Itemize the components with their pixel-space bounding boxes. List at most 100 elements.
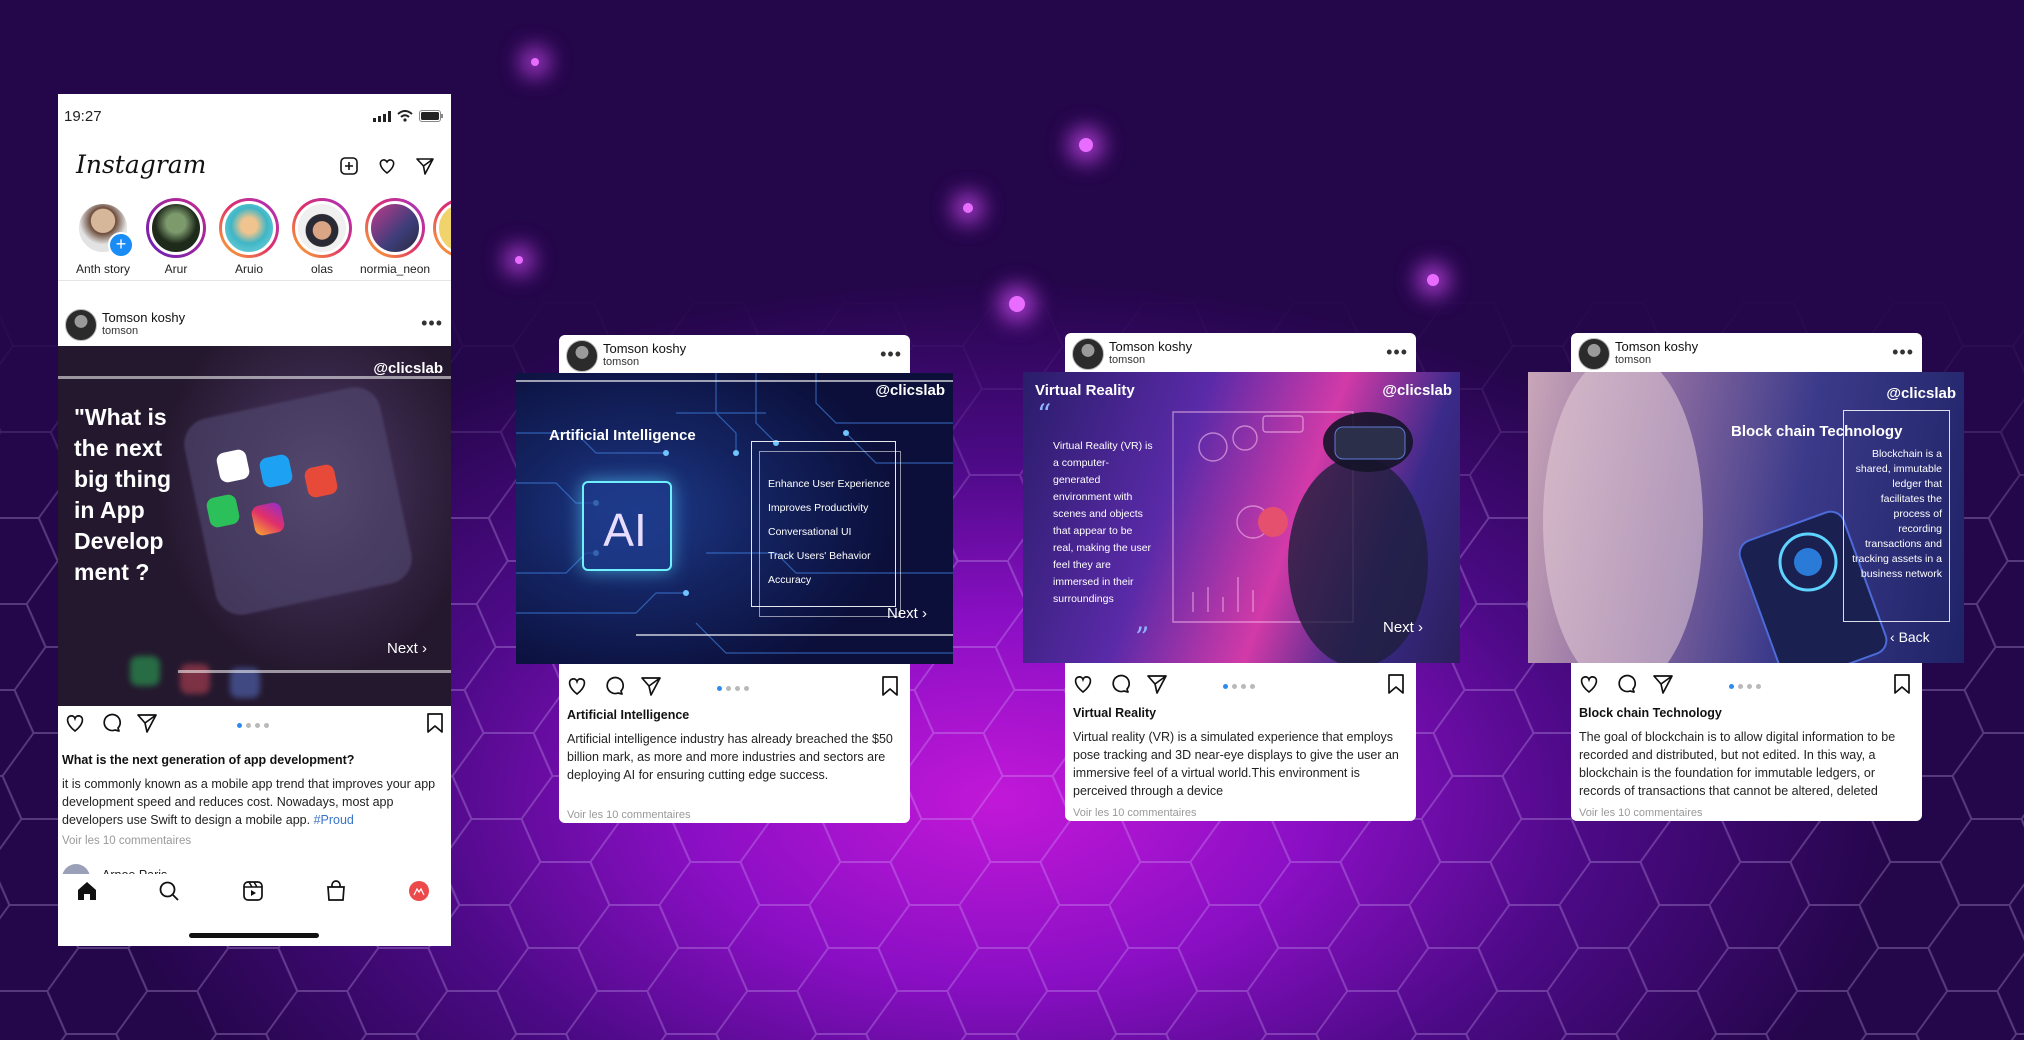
system-icons	[373, 110, 443, 122]
feature-item: Enhance User Experience	[768, 478, 890, 490]
post-author[interactable]: Tomson koshy	[102, 310, 185, 325]
next-button[interactable]: Next ›	[887, 605, 927, 622]
share-icon[interactable]	[1146, 673, 1168, 695]
avatar[interactable]	[1072, 338, 1104, 370]
caption-title: Block chain Technology	[1579, 706, 1722, 720]
divider	[58, 280, 451, 281]
carousel-dots	[237, 723, 269, 728]
like-icon[interactable]	[1072, 673, 1094, 695]
post-image-blockchain[interactable]: @clicslab Block chain Technology Blockch…	[1528, 372, 1964, 663]
like-icon[interactable]	[566, 675, 588, 697]
wifi-icon	[397, 110, 413, 122]
hashtag-link[interactable]: #Proud	[314, 813, 354, 827]
next-label: Next	[387, 640, 418, 657]
like-icon[interactable]	[64, 712, 86, 734]
bookmark-icon[interactable]	[880, 675, 900, 697]
more-options-icon[interactable]: •••	[1386, 342, 1408, 363]
home-icon[interactable]	[76, 880, 98, 902]
glow-dot	[963, 203, 973, 213]
story-item[interactable]: Arur	[141, 198, 211, 276]
image-text: Blockchain is a shared, immutable ledger…	[1852, 448, 1942, 580]
signal-icon	[373, 110, 391, 122]
open-quote-icon: “	[1037, 398, 1052, 431]
post-actions	[58, 706, 451, 742]
caption-title: What is the next generation of app devel…	[62, 753, 355, 767]
bookmark-icon[interactable]	[1892, 673, 1912, 695]
post-author[interactable]: Tomson koshy	[603, 341, 686, 356]
share-icon[interactable]	[136, 712, 158, 734]
post-header: Tomson koshy tomson •••	[1571, 333, 1922, 373]
more-options-icon[interactable]: •••	[1892, 342, 1914, 363]
bookmark-icon[interactable]	[425, 712, 445, 734]
heart-icon[interactable]	[377, 156, 397, 176]
bookmark-icon[interactable]	[1386, 673, 1406, 695]
story-item[interactable]: Aruio	[214, 198, 284, 276]
send-icon[interactable]	[415, 156, 435, 176]
post-header: Tomson koshy tomson •••	[559, 335, 910, 375]
brand-handle: @clicslab	[875, 382, 945, 399]
story-item[interactable]: olas	[287, 198, 357, 276]
close-quote-icon: ”	[1135, 621, 1150, 654]
chip-label: AI	[603, 504, 647, 556]
post-username: tomson	[603, 356, 640, 368]
view-comments-link[interactable]: Voir les 10 commentaires	[567, 809, 691, 821]
profile-icon[interactable]	[408, 880, 430, 902]
post-image[interactable]: @clicslab "What is the next big thing in…	[58, 346, 451, 706]
story-name: Aruio	[234, 262, 263, 276]
add-post-icon[interactable]	[339, 156, 359, 176]
comment-icon[interactable]	[1109, 673, 1131, 695]
post-author[interactable]: Tomson koshy	[1109, 339, 1192, 354]
post-username: tomson	[1109, 354, 1146, 366]
share-icon[interactable]	[1652, 673, 1674, 695]
story-item-partial[interactable]	[433, 198, 451, 258]
search-icon[interactable]	[158, 880, 180, 902]
more-options-icon[interactable]: •••	[421, 313, 443, 334]
comment-icon[interactable]	[100, 712, 122, 734]
post-image-ai[interactable]: AI @clicslab Artificial Intelligence Enh…	[516, 373, 953, 664]
next-label: Next	[887, 605, 918, 622]
brand-handle: @clicslab	[1382, 382, 1452, 399]
instagram-logo: Instagram	[76, 150, 207, 179]
view-comments-link[interactable]: Voir les 10 commentaires	[62, 835, 191, 847]
avatar[interactable]	[566, 340, 598, 372]
blurred-app-icon	[180, 664, 210, 694]
like-icon[interactable]	[1578, 673, 1600, 695]
comment-icon[interactable]	[603, 675, 625, 697]
caption-text: Virtual reality (VR) is a simulated expe…	[1073, 730, 1399, 798]
next-button[interactable]: Next ›	[387, 640, 427, 657]
shop-icon[interactable]	[325, 880, 347, 902]
caption-title: Virtual Reality	[1073, 706, 1157, 720]
story-item[interactable]: normia_neon	[360, 198, 430, 276]
post-username: tomson	[102, 325, 139, 337]
post-headline: "What is the next big thing in App Devel…	[74, 404, 172, 585]
view-comments-link[interactable]: Voir les 10 commentaires	[1073, 807, 1197, 819]
back-label: Back	[1898, 629, 1930, 645]
post-actions	[1065, 667, 1416, 703]
view-comments-link[interactable]: Voir les 10 commentaires	[1579, 807, 1703, 819]
caption-title: Artificial Intelligence	[567, 708, 690, 722]
app-header: Instagram	[58, 138, 451, 188]
caption-text: Artificial intelligence industry has alr…	[567, 732, 893, 782]
more-options-icon[interactable]: •••	[880, 344, 902, 365]
glow-dot	[1427, 274, 1439, 286]
feature-item: Track Users' Behavior	[768, 550, 871, 562]
post-image-vr[interactable]: @clicslab Virtual Reality “ Virtual Real…	[1023, 372, 1460, 663]
bottom-nav	[58, 874, 451, 924]
comment-icon[interactable]	[1615, 673, 1637, 695]
story-own[interactable]: + Anth story	[68, 198, 138, 276]
feature-item: Accuracy	[768, 574, 812, 586]
back-button[interactable]: ‹ Back	[1890, 629, 1930, 645]
avatar[interactable]	[1578, 338, 1610, 370]
share-icon[interactable]	[640, 675, 662, 697]
avatar[interactable]	[65, 309, 97, 341]
reels-icon[interactable]	[242, 880, 264, 902]
status-time: 19:27	[64, 108, 102, 125]
add-story-icon[interactable]: +	[108, 232, 134, 258]
post-header: Tomson koshy tomson •••	[1065, 333, 1416, 373]
battery-icon	[419, 110, 443, 122]
post-author[interactable]: Tomson koshy	[1615, 339, 1698, 354]
next-button[interactable]: Next ›	[1383, 619, 1423, 636]
post-actions	[559, 669, 910, 705]
status-bar: 19:27	[58, 94, 451, 138]
glow-dot	[1079, 138, 1093, 152]
